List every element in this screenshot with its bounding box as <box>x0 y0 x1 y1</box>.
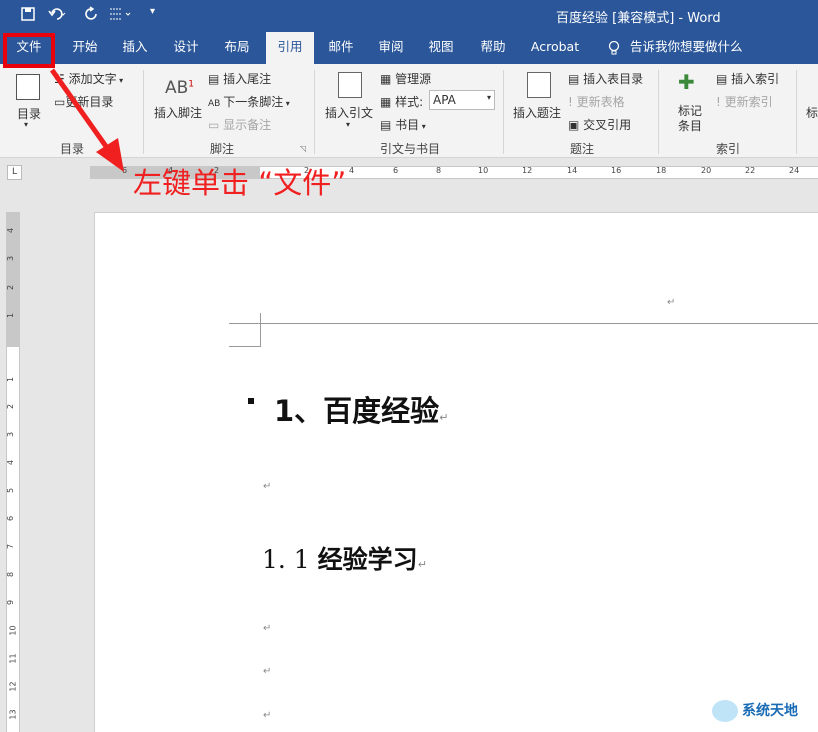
annotation-text: 左键单击 “文件” <box>133 166 347 200</box>
annotation-arrow <box>49 68 124 172</box>
watermark: 系统天地 <box>712 700 798 722</box>
globe-icon <box>712 700 738 722</box>
watermark-text: 系统天地 <box>742 703 798 719</box>
